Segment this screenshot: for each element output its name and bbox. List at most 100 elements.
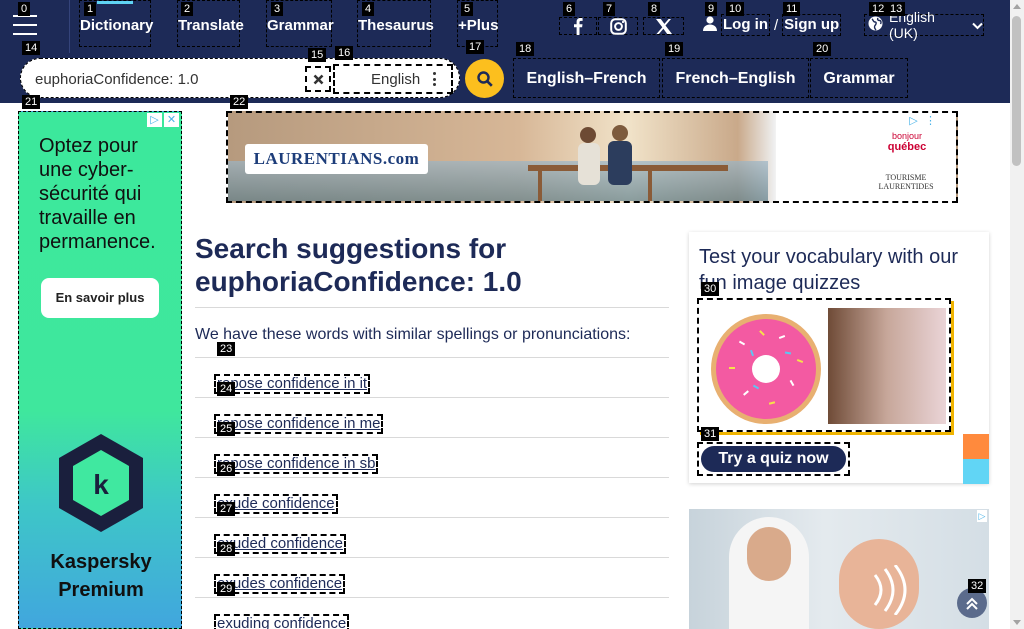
element-badge: 10 <box>726 2 745 16</box>
element-badge: 31 <box>701 427 720 441</box>
ad-info-icon[interactable]: ▷ <box>977 510 987 522</box>
facebook-icon[interactable] <box>559 17 597 35</box>
side-tabs[interactable] <box>963 434 989 484</box>
quiz-image[interactable] <box>697 298 951 432</box>
element-badge: 5 <box>461 2 474 16</box>
nav-divider <box>69 0 70 53</box>
element-badge: 18 <box>516 42 535 56</box>
ad-logo-letter: k <box>93 469 109 500</box>
suggestion-link[interactable]: repose confidence in me <box>214 414 384 434</box>
element-badge: 30 <box>701 282 720 296</box>
element-badge: 8 <box>648 2 661 16</box>
dictionary-select[interactable]: English <box>333 64 453 94</box>
clear-search-button[interactable] <box>305 66 331 92</box>
menu-icon[interactable] <box>10 13 40 37</box>
suggestion-link[interactable]: exuding confidence <box>214 614 350 629</box>
ad-partner1-line2: québec <box>887 141 927 153</box>
ad-brand-line2: Premium <box>58 579 144 601</box>
ad-doctor-face <box>747 527 791 581</box>
element-badge: 13 <box>887 2 906 16</box>
chevron-up-icon <box>966 597 978 610</box>
element-badge: 28 <box>217 542 236 556</box>
element-badge: 6 <box>563 2 576 16</box>
ad-info-icon[interactable]: ▷ <box>147 113 162 127</box>
scroll-down-icon[interactable] <box>1013 620 1021 625</box>
element-badge: 12 <box>869 2 888 16</box>
left-advertisement[interactable]: ▷ ✕ Optez pour une cyber-sécurité qui tr… <box>18 111 182 629</box>
ad-choices[interactable]: ▷ ✕ <box>147 113 179 127</box>
element-badge: 27 <box>217 502 236 516</box>
ad-partner-logo-1: bonjour québec <box>880 131 934 153</box>
ad-menu-icon[interactable]: ⋮ <box>923 114 938 128</box>
banner-advertisement[interactable]: LAURENTIANS.com bonjour québec TOURISME … <box>226 111 958 203</box>
element-badge: 22 <box>230 95 249 109</box>
sound-waves-icon <box>873 565 907 615</box>
element-badge: 15 <box>308 48 327 62</box>
element-badge: 4 <box>362 2 375 16</box>
side-tab-orange[interactable] <box>963 434 989 459</box>
login-area: Log in / Sign up <box>703 13 842 37</box>
scrollbar-thumb[interactable] <box>1012 16 1021 166</box>
scroll-up-icon[interactable] <box>1013 4 1021 9</box>
element-badge: 2 <box>181 2 194 16</box>
element-badge: 21 <box>22 95 41 109</box>
try-quiz-button[interactable]: Try a quiz now <box>697 442 850 476</box>
ad-headline: Optez pour une cyber-sécurité qui travai… <box>39 135 156 253</box>
ad-people-image <box>528 125 728 201</box>
ad-info-icon[interactable]: ▷ <box>906 114 921 128</box>
ad-brand: Kaspersky Premium <box>19 548 181 604</box>
donut-image <box>711 314 821 424</box>
list-item: exude confidence <box>195 477 669 517</box>
element-badge: 11 <box>783 2 801 16</box>
element-badge: 32 <box>968 579 987 593</box>
element-badge: 17 <box>466 40 485 54</box>
element-badge: 1 <box>84 2 97 16</box>
list-item: repose confidence in it <box>195 357 669 397</box>
element-badge: 20 <box>813 42 832 56</box>
element-badge: 0 <box>18 2 31 16</box>
x-icon[interactable] <box>643 17 684 35</box>
instagram-icon[interactable] <box>598 17 638 35</box>
close-icon <box>313 74 323 84</box>
quick-link-french-english[interactable]: French–English <box>662 58 809 98</box>
ad-close-icon[interactable]: ✕ <box>164 113 179 127</box>
title-prefix: Search suggestions for <box>195 233 507 264</box>
list-item: repose confidence in sb <box>195 437 669 477</box>
element-badge: 7 <box>603 2 616 16</box>
quick-link-english-french[interactable]: English–French <box>513 58 660 98</box>
ad-brand-logo: LAURENTIANS.com <box>245 144 428 174</box>
side-tab-blue[interactable] <box>963 459 989 484</box>
element-badge: 16 <box>335 46 354 60</box>
element-badge: 26 <box>217 462 236 476</box>
title-query: euphoriaConfidence: 1.0 <box>195 266 522 297</box>
signup-link[interactable]: Sign up <box>782 14 842 36</box>
ad-partner-logo-2: TOURISME LAURENTIDES <box>874 173 938 191</box>
element-badge: 23 <box>217 342 236 356</box>
suggestion-link[interactable]: repose confidence in it <box>214 374 371 394</box>
element-badge: 29 <box>217 582 236 596</box>
login-link[interactable]: Log in <box>721 14 770 36</box>
search-bar: English English–French French–English Gr… <box>0 53 1010 103</box>
suggestion-list: repose confidence in it repose confidenc… <box>195 357 669 629</box>
list-item: exuded confidence <box>195 517 669 557</box>
search-button[interactable] <box>465 59 504 98</box>
ad-cta-button[interactable]: En savoir plus <box>41 278 159 318</box>
page-title: Search suggestions for euphoriaConfidenc… <box>195 228 669 297</box>
milkshake-image <box>828 308 946 424</box>
suggestion-link[interactable]: repose confidence in sb <box>214 454 379 474</box>
dictionary-select-label: English <box>371 70 421 88</box>
list-item: repose confidence in me <box>195 397 669 437</box>
element-badge: 14 <box>22 41 41 55</box>
language-select[interactable]: English (UK) <box>864 9 984 41</box>
quick-link-grammar[interactable]: Grammar <box>810 58 908 98</box>
kaspersky-logo-icon: k <box>59 434 143 532</box>
element-badge: 19 <box>665 42 684 56</box>
login-separator: / <box>774 16 779 34</box>
ad-brand-line1: Kaspersky <box>50 551 152 573</box>
ad-choices[interactable]: ▷ ⋮ <box>906 114 938 128</box>
hearing-advertisement[interactable]: ▷ <box>689 509 989 629</box>
page-scrollbar[interactable] <box>1010 0 1024 629</box>
search-icon <box>476 70 493 87</box>
search-input[interactable] <box>35 68 305 90</box>
ad-partner2-line1: TOURISME <box>885 173 927 182</box>
